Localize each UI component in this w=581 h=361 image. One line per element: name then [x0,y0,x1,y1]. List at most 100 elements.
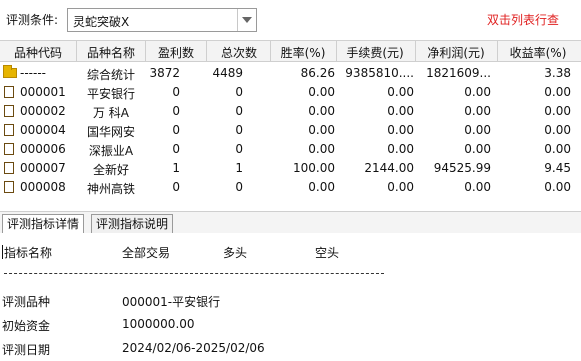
table-row[interactable]: 000006 深振业A 0 0 0.00 0.00 0.00 0.00 [0,140,581,159]
cell-name: 全新好 [92,163,129,177]
column-header-net-profit[interactable]: 净利润(元) [417,44,495,61]
cell-code: 000002 [20,104,66,118]
text-cursor [2,245,3,259]
cell-code: 000008 [20,180,66,194]
hint-text: 双击列表行查 [487,13,560,27]
cell-total: 1 [235,161,243,175]
detail-header-short: 空头 [315,246,340,260]
detail-value-initial-capital: 1000000.00 [122,317,195,331]
cell-name: 国华网安 [86,125,135,139]
cell-return-rate: 0.00 [544,180,571,194]
document-icon [4,162,14,174]
detail-label-date-range: 评测日期 [2,343,51,357]
detail-value-date-range: 2024/02/06-2025/02/06 [122,341,265,355]
cell-profit-count: 0 [172,104,180,118]
cell-return-rate: 0.00 [544,123,571,137]
table-row[interactable]: ------ 综合统计 3872 4489 86.26 9385810.... … [0,64,581,83]
cell-code: 000006 [20,142,66,156]
column-header-name[interactable]: 品种名称 [78,44,144,61]
cell-net-profit: 94525.99 [433,161,491,175]
table-header: 品种代码 品种名称 盈利数 总次数 胜率(%) 手续费(元) 净利润(元) 收益… [0,40,581,62]
detail-value-instrument: 000001-平安银行 [122,295,221,309]
detail-tabs: 评测指标详情 评测指标说明 [0,211,581,234]
cell-fee: 2144.00 [364,161,414,175]
cell-win-rate: 0.00 [308,85,335,99]
condition-label: 评测条件: [6,13,59,27]
cell-win-rate: 0.00 [308,180,335,194]
document-icon [4,124,14,136]
cell-name: 平安银行 [86,87,135,101]
cell-total: 0 [235,85,243,99]
detail-label-initial-capital: 初始资金 [2,319,51,333]
cell-total: 0 [235,123,243,137]
cell-profit-count: 0 [172,142,180,156]
cell-net-profit: 1821609... [426,66,491,80]
table-row[interactable]: 000007 全新好 1 1 100.00 2144.00 94525.99 9… [0,159,581,178]
cell-code: ------ [20,66,46,80]
cell-net-profit: 0.00 [464,104,491,118]
cell-return-rate: 0.00 [544,142,571,156]
cell-total: 4489 [212,66,243,80]
cell-win-rate: 86.26 [300,66,335,80]
column-header-fee[interactable]: 手续费(元) [338,44,412,61]
cell-profit-count: 0 [172,180,180,194]
detail-label-instrument: 评测品种 [2,295,51,309]
cell-net-profit: 0.00 [464,123,491,137]
column-header-profit-count[interactable]: 盈利数 [147,44,205,61]
cell-profit-count: 3872 [149,66,180,80]
cell-fee: 0.00 [387,104,414,118]
detail-header-all-trades: 全部交易 [122,246,171,260]
table-row[interactable]: 000002 万 科A 0 0 0.00 0.00 0.00 0.00 [0,102,581,121]
cell-name: 万 科A [92,106,130,120]
folder-icon [3,65,17,78]
cell-fee: 0.00 [387,123,414,137]
cell-name: 综合统计 [86,68,135,82]
condition-select-value: 灵蛇突破X [73,15,130,29]
document-icon [4,105,14,117]
cell-net-profit: 0.00 [464,142,491,156]
cell-profit-count: 0 [172,123,180,137]
column-header-total[interactable]: 总次数 [208,44,270,61]
cell-fee: 0.00 [387,180,414,194]
column-header-win-rate[interactable]: 胜率(%) [272,44,334,61]
cell-profit-count: 0 [172,85,180,99]
cell-total: 0 [235,180,243,194]
cell-win-rate: 0.00 [308,104,335,118]
cell-win-rate: 100.00 [293,161,335,175]
cell-name: 神州高铁 [86,182,135,196]
column-header-code[interactable]: 品种代码 [2,44,74,61]
cell-net-profit: 0.00 [464,85,491,99]
cell-fee: 9385810.... [345,66,414,80]
document-icon [4,181,14,193]
table-row[interactable]: 000008 神州高铁 0 0 0.00 0.00 0.00 0.00 [0,178,581,197]
condition-toolbar: 评测条件: 灵蛇突破X 双击列表行查 [0,0,581,38]
chevron-down-icon[interactable] [237,9,256,31]
cell-return-rate: 3.38 [544,66,571,80]
cell-code: 000004 [20,123,66,137]
cell-total: 0 [235,104,243,118]
cell-fee: 0.00 [387,85,414,99]
divider [4,273,384,274]
column-header-return-rate[interactable]: 收益率(%) [499,44,577,61]
table-row[interactable]: 000004 国华网安 0 0 0.00 0.00 0.00 0.00 [0,121,581,140]
detail-header-long: 多头 [223,246,248,260]
cell-profit-count: 1 [172,161,180,175]
cell-return-rate: 9.45 [544,161,571,175]
document-icon [4,143,14,155]
condition-select[interactable]: 灵蛇突破X [67,8,257,32]
cell-code: 000001 [20,85,66,99]
cell-name: 深振业A [88,144,134,158]
cell-code: 000007 [20,161,66,175]
document-icon [4,86,14,98]
cell-total: 0 [235,142,243,156]
cell-net-profit: 0.00 [464,180,491,194]
detail-header-metric: 指标名称 [4,246,53,260]
tab-indicator-details[interactable]: 评测指标详情 [2,214,85,233]
tab-indicator-description[interactable]: 评测指标说明 [91,214,174,233]
cell-return-rate: 0.00 [544,104,571,118]
cell-win-rate: 0.00 [308,142,335,156]
cell-return-rate: 0.00 [544,85,571,99]
table-row[interactable]: 000001 平安银行 0 0 0.00 0.00 0.00 0.00 [0,83,581,102]
cell-fee: 0.00 [387,142,414,156]
detail-panel: 指标名称 全部交易 多头 空头 评测品种 000001-平安银行 初始资金 10… [0,233,581,361]
